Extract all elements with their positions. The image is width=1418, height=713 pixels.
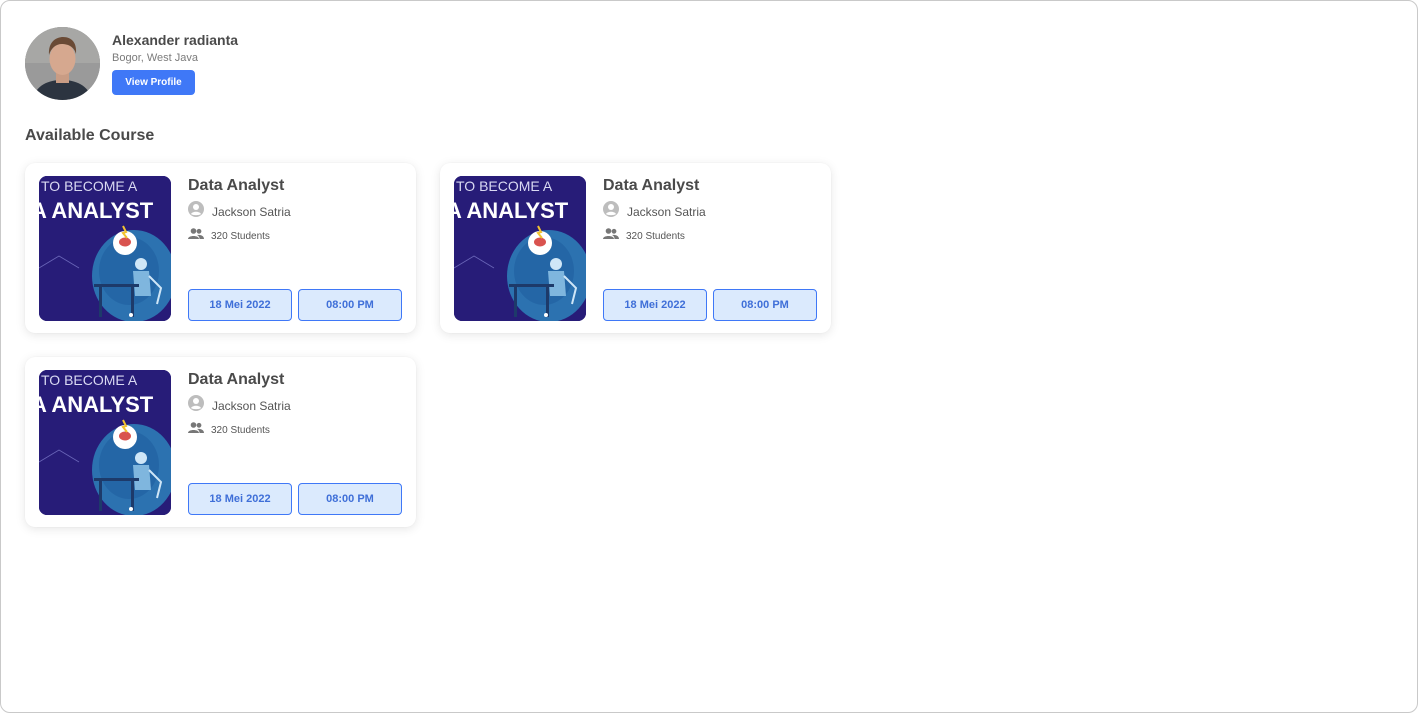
course-thumbnail: TO BECOME A A ANALYST <box>39 370 171 515</box>
date-pill[interactable]: 18 Mei 2022 <box>188 289 292 321</box>
thumbnail-line1: TO BECOME A <box>456 178 553 194</box>
course-title: Data Analyst <box>603 177 700 194</box>
course-card[interactable]: TO BECOME A A ANALYST Data Analyst Jacks… <box>25 357 416 527</box>
students-row: 320 Students <box>188 421 270 439</box>
people-icon <box>188 227 204 245</box>
instructor-name: Jackson Satria <box>212 398 291 413</box>
course-thumbnail: TO BECOME A A ANALYST <box>39 176 171 321</box>
students-row: 320 Students <box>188 227 270 245</box>
course-title: Data Analyst <box>188 371 285 388</box>
students-count: 320 Students <box>626 230 685 242</box>
course-card[interactable]: TO BECOME A A ANALYST Data Analyst Jacks… <box>25 163 416 333</box>
time-pill[interactable]: 08:00 PM <box>713 289 817 321</box>
course-thumbnail: TO BECOME A A ANALYST <box>454 176 586 321</box>
user-circle-icon <box>603 201 619 222</box>
instructor-row: Jackson Satria <box>188 395 291 416</box>
course-card[interactable]: TO BECOME A A ANALYST Data Analyst Jacks… <box>440 163 831 333</box>
user-circle-icon <box>188 201 204 222</box>
user-circle-icon <box>188 395 204 416</box>
app-window: Alexander radianta Bogor, West Java View… <box>0 0 1418 713</box>
people-icon <box>603 227 619 245</box>
instructor-name: Jackson Satria <box>212 204 291 219</box>
thumbnail-line1: TO BECOME A <box>41 178 138 194</box>
section-title: Available Course <box>25 127 155 144</box>
time-pill[interactable]: 08:00 PM <box>298 289 402 321</box>
students-count: 320 Students <box>211 424 270 436</box>
instructor-name: Jackson Satria <box>627 204 706 219</box>
view-profile-button[interactable]: View Profile <box>112 70 195 95</box>
people-icon <box>188 421 204 439</box>
time-pill[interactable]: 08:00 PM <box>298 483 402 515</box>
profile-location: Bogor, West Java <box>112 52 199 64</box>
students-count: 320 Students <box>211 230 270 242</box>
thumbnail-line2: A ANALYST <box>39 392 154 417</box>
instructor-row: Jackson Satria <box>603 201 706 222</box>
profile-header: Alexander radianta Bogor, West Java View… <box>25 27 238 100</box>
avatar[interactable] <box>25 27 100 100</box>
thumbnail-line1: TO BECOME A <box>41 372 138 388</box>
students-row: 320 Students <box>603 227 685 245</box>
course-title: Data Analyst <box>188 177 285 194</box>
thumbnail-line2: A ANALYST <box>39 198 154 223</box>
date-pill[interactable]: 18 Mei 2022 <box>603 289 707 321</box>
profile-info: Alexander radianta Bogor, West Java View… <box>112 27 238 95</box>
thumbnail-line2: A ANALYST <box>454 198 569 223</box>
profile-name: Alexander radianta <box>112 32 239 48</box>
instructor-row: Jackson Satria <box>188 201 291 222</box>
date-pill[interactable]: 18 Mei 2022 <box>188 483 292 515</box>
